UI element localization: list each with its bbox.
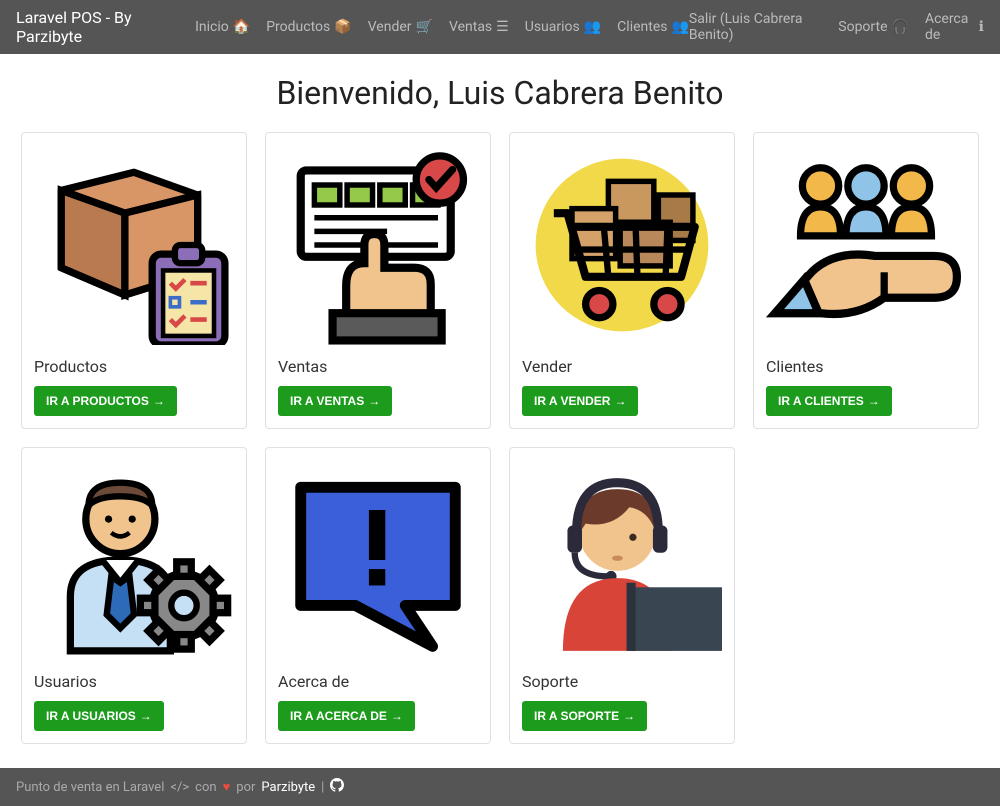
nav-ventas[interactable]: Ventas ☰ xyxy=(449,19,509,35)
nav-acerca[interactable]: Acerca de ℹ xyxy=(925,11,984,43)
usuarios-button[interactable]: IR A USUARIOS → xyxy=(34,701,164,731)
clientes-button[interactable]: IR A CLIENTES → xyxy=(766,386,892,416)
card-title: Productos xyxy=(34,357,234,376)
box-icon: 📦 xyxy=(334,19,351,35)
card-vender: Vender IR A VENDER → xyxy=(509,132,735,429)
vender-button[interactable]: IR A VENDER → xyxy=(522,386,638,416)
card-acerca: Acerca de IR A ACERCA DE → xyxy=(265,447,491,744)
code-icon: </> xyxy=(170,780,189,795)
arrow-right-icon: → xyxy=(140,709,152,723)
ventas-button[interactable]: IR A VENTAS → xyxy=(278,386,392,416)
clientes-illustration xyxy=(766,145,966,345)
nav-salir[interactable]: Salir (Luis Cabrera Benito) xyxy=(689,11,822,43)
acerca-button[interactable]: IR A ACERCA DE → xyxy=(278,701,415,731)
productos-button[interactable]: IR A PRODUCTOS → xyxy=(34,386,177,416)
arrow-right-icon: → xyxy=(391,709,403,723)
arrow-right-icon: → xyxy=(868,394,880,408)
footer-text: Punto de venta en Laravel xyxy=(16,780,164,795)
card-ventas: Ventas IR A VENTAS → xyxy=(265,132,491,429)
nav-soporte[interactable]: Soporte 🎧 xyxy=(838,11,909,43)
navbar: Laravel POS - By Parzibyte Inicio 🏠 Prod… xyxy=(0,0,1000,54)
cart-icon: 🛒 xyxy=(416,19,433,35)
card-title: Usuarios xyxy=(34,672,234,691)
nav-usuarios[interactable]: Usuarios 👥 xyxy=(525,19,601,35)
headset-icon: 🎧 xyxy=(892,19,909,35)
soporte-illustration xyxy=(522,460,722,660)
page-title: Bienvenido, Luis Cabrera Benito xyxy=(0,74,1000,112)
footer-author[interactable]: Parzibyte xyxy=(261,780,315,795)
arrow-right-icon: → xyxy=(614,394,626,408)
vender-illustration xyxy=(522,145,722,345)
nav-vender[interactable]: Vender 🛒 xyxy=(368,19,433,35)
soporte-button[interactable]: IR A SOPORTE → xyxy=(522,701,647,731)
info-icon: ℹ xyxy=(979,19,984,35)
heart-icon: ♥ xyxy=(223,779,231,795)
users-icon: 👥 xyxy=(671,19,688,35)
card-soporte: Soporte IR A SOPORTE → xyxy=(509,447,735,744)
arrow-right-icon: → xyxy=(153,394,165,408)
home-icon: 🏠 xyxy=(233,19,250,35)
usuarios-illustration xyxy=(34,460,234,660)
acerca-illustration xyxy=(278,460,478,660)
productos-illustration xyxy=(34,145,234,345)
footer: Punto de venta en Laravel </> con ♥ por … xyxy=(0,768,1000,806)
card-title: Ventas xyxy=(278,357,478,376)
card-productos: Productos IR A PRODUCTOS → xyxy=(21,132,247,429)
card-title: Clientes xyxy=(766,357,966,376)
card-title: Vender xyxy=(522,357,722,376)
list-icon: ☰ xyxy=(496,19,509,35)
card-usuarios: Usuarios IR A USUARIOS → xyxy=(21,447,247,744)
arrow-right-icon: → xyxy=(623,709,635,723)
brand[interactable]: Laravel POS - By Parzibyte xyxy=(16,8,179,46)
card-title: Acerca de xyxy=(278,672,478,691)
nav-productos[interactable]: Productos 📦 xyxy=(266,19,351,35)
github-icon[interactable] xyxy=(330,778,344,796)
card-clientes: Clientes IR A CLIENTES → xyxy=(753,132,979,429)
nav-clientes[interactable]: Clientes 👥 xyxy=(617,19,689,35)
card-title: Soporte xyxy=(522,672,722,691)
nav-left: Inicio 🏠 Productos 📦 Vender 🛒 Ventas ☰ U… xyxy=(195,19,689,35)
nav-right: Salir (Luis Cabrera Benito) Soporte 🎧 Ac… xyxy=(689,11,984,43)
users-icon: 👥 xyxy=(584,19,601,35)
ventas-illustration xyxy=(278,145,478,345)
card-grid: Productos IR A PRODUCTOS → xyxy=(21,132,979,744)
arrow-right-icon: → xyxy=(368,394,380,408)
nav-inicio[interactable]: Inicio 🏠 xyxy=(195,19,250,35)
